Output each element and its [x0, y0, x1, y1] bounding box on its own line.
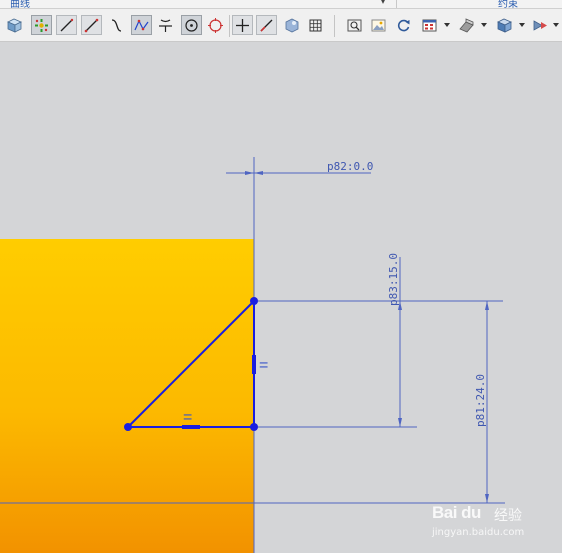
constraint-inference-button[interactable] — [31, 15, 52, 35]
point-icon — [208, 17, 223, 33]
render-style-button[interactable] — [456, 15, 477, 35]
arc-button[interactable] — [106, 15, 127, 35]
chevron-down-icon[interactable]: ▾ — [381, 0, 385, 6]
display-mode-icon — [533, 19, 547, 31]
dimension-p82[interactable]: p82:0.0 — [226, 160, 373, 175]
layout-icon — [422, 19, 437, 31]
watermark: Bai du 经验 jingyan.baidu.com — [430, 503, 550, 543]
image-icon — [371, 19, 386, 31]
cross-icon — [236, 18, 249, 32]
layout-button[interactable] — [419, 15, 440, 35]
graphics-window[interactable]: p82:0.0 p83:15.0 p81:24.0 = = — [0, 42, 562, 553]
dimension-p81[interactable]: p81:24.0 — [474, 301, 489, 503]
line-icon — [84, 18, 99, 32]
sketch-point[interactable] — [124, 423, 132, 431]
arc-icon — [111, 18, 122, 32]
circle-icon — [185, 18, 198, 32]
sketch-point[interactable] — [250, 297, 258, 305]
constraint-group-label: 约束 — [498, 0, 518, 9]
ribbon-group-labels: 曲线 ▾ 约束 — [0, 0, 562, 9]
chevron-down-icon — [553, 23, 559, 27]
zoom-fit-icon — [347, 19, 362, 31]
layout-dropdown[interactable] — [444, 21, 450, 29]
point-button[interactable] — [205, 15, 226, 35]
chevron-down-icon — [481, 23, 487, 27]
fillet-icon — [159, 18, 172, 32]
constraint-inference-icon — [35, 18, 48, 32]
view-cube-button[interactable] — [4, 15, 25, 35]
zoom-fit-button[interactable] — [344, 15, 365, 35]
refresh-icon — [397, 19, 410, 31]
render-style-dropdown[interactable] — [481, 21, 487, 29]
watermark-url: jingyan.baidu.com — [432, 527, 525, 538]
sketch-settings-button[interactable] — [281, 15, 302, 35]
toolbar-divider — [229, 15, 230, 37]
refresh-button[interactable] — [393, 15, 414, 35]
solid-face[interactable] — [0, 239, 254, 553]
dimension-p81-label[interactable]: p81:24.0 — [474, 374, 487, 427]
render-style-icon — [459, 17, 474, 32]
grid-icon — [309, 19, 322, 31]
sketch-settings-icon — [285, 18, 299, 32]
shaded-cube-dropdown[interactable] — [519, 21, 525, 29]
watermark-logo: Bai du — [432, 503, 481, 522]
cross-button[interactable] — [232, 15, 253, 35]
svg-text:=: = — [183, 409, 192, 426]
vertical-constraint-symbol[interactable]: = — [252, 355, 268, 374]
toolbar-divider — [334, 15, 335, 37]
profile-button[interactable] — [56, 15, 77, 35]
dimension-p82-label[interactable]: p82:0.0 — [327, 160, 373, 173]
quick-trim-icon — [260, 19, 273, 32]
circle-button[interactable] — [181, 15, 202, 35]
fillet-button[interactable] — [155, 15, 176, 35]
shaded-cube-icon — [497, 18, 512, 33]
image-button[interactable] — [368, 15, 389, 35]
line-button[interactable] — [81, 15, 102, 35]
sketch-point[interactable] — [250, 423, 258, 431]
display-mode-dropdown[interactable] — [553, 21, 559, 29]
svg-text:=: = — [259, 357, 268, 374]
quick-trim-button[interactable] — [256, 15, 277, 35]
studio-spline-button[interactable] — [131, 15, 152, 35]
view-cube-icon — [7, 18, 22, 33]
shaded-cube-button[interactable] — [494, 15, 515, 35]
dimension-p83[interactable]: p83:15.0 — [387, 253, 402, 427]
sketch-toolbar — [0, 9, 562, 42]
display-mode-button[interactable] — [530, 15, 551, 35]
curve-group-label: 曲线 — [10, 0, 30, 9]
chevron-down-icon — [519, 23, 525, 27]
studio-spline-icon — [134, 19, 149, 30]
watermark-cn: 经验 — [494, 508, 522, 524]
sketch-canvas[interactable]: p82:0.0 p83:15.0 p81:24.0 = = — [0, 42, 562, 553]
chevron-down-icon — [444, 23, 450, 27]
grid-button[interactable] — [305, 15, 326, 35]
group-divider — [396, 0, 397, 8]
profile-line-icon — [60, 18, 74, 31]
dimension-p83-label[interactable]: p83:15.0 — [387, 253, 400, 306]
